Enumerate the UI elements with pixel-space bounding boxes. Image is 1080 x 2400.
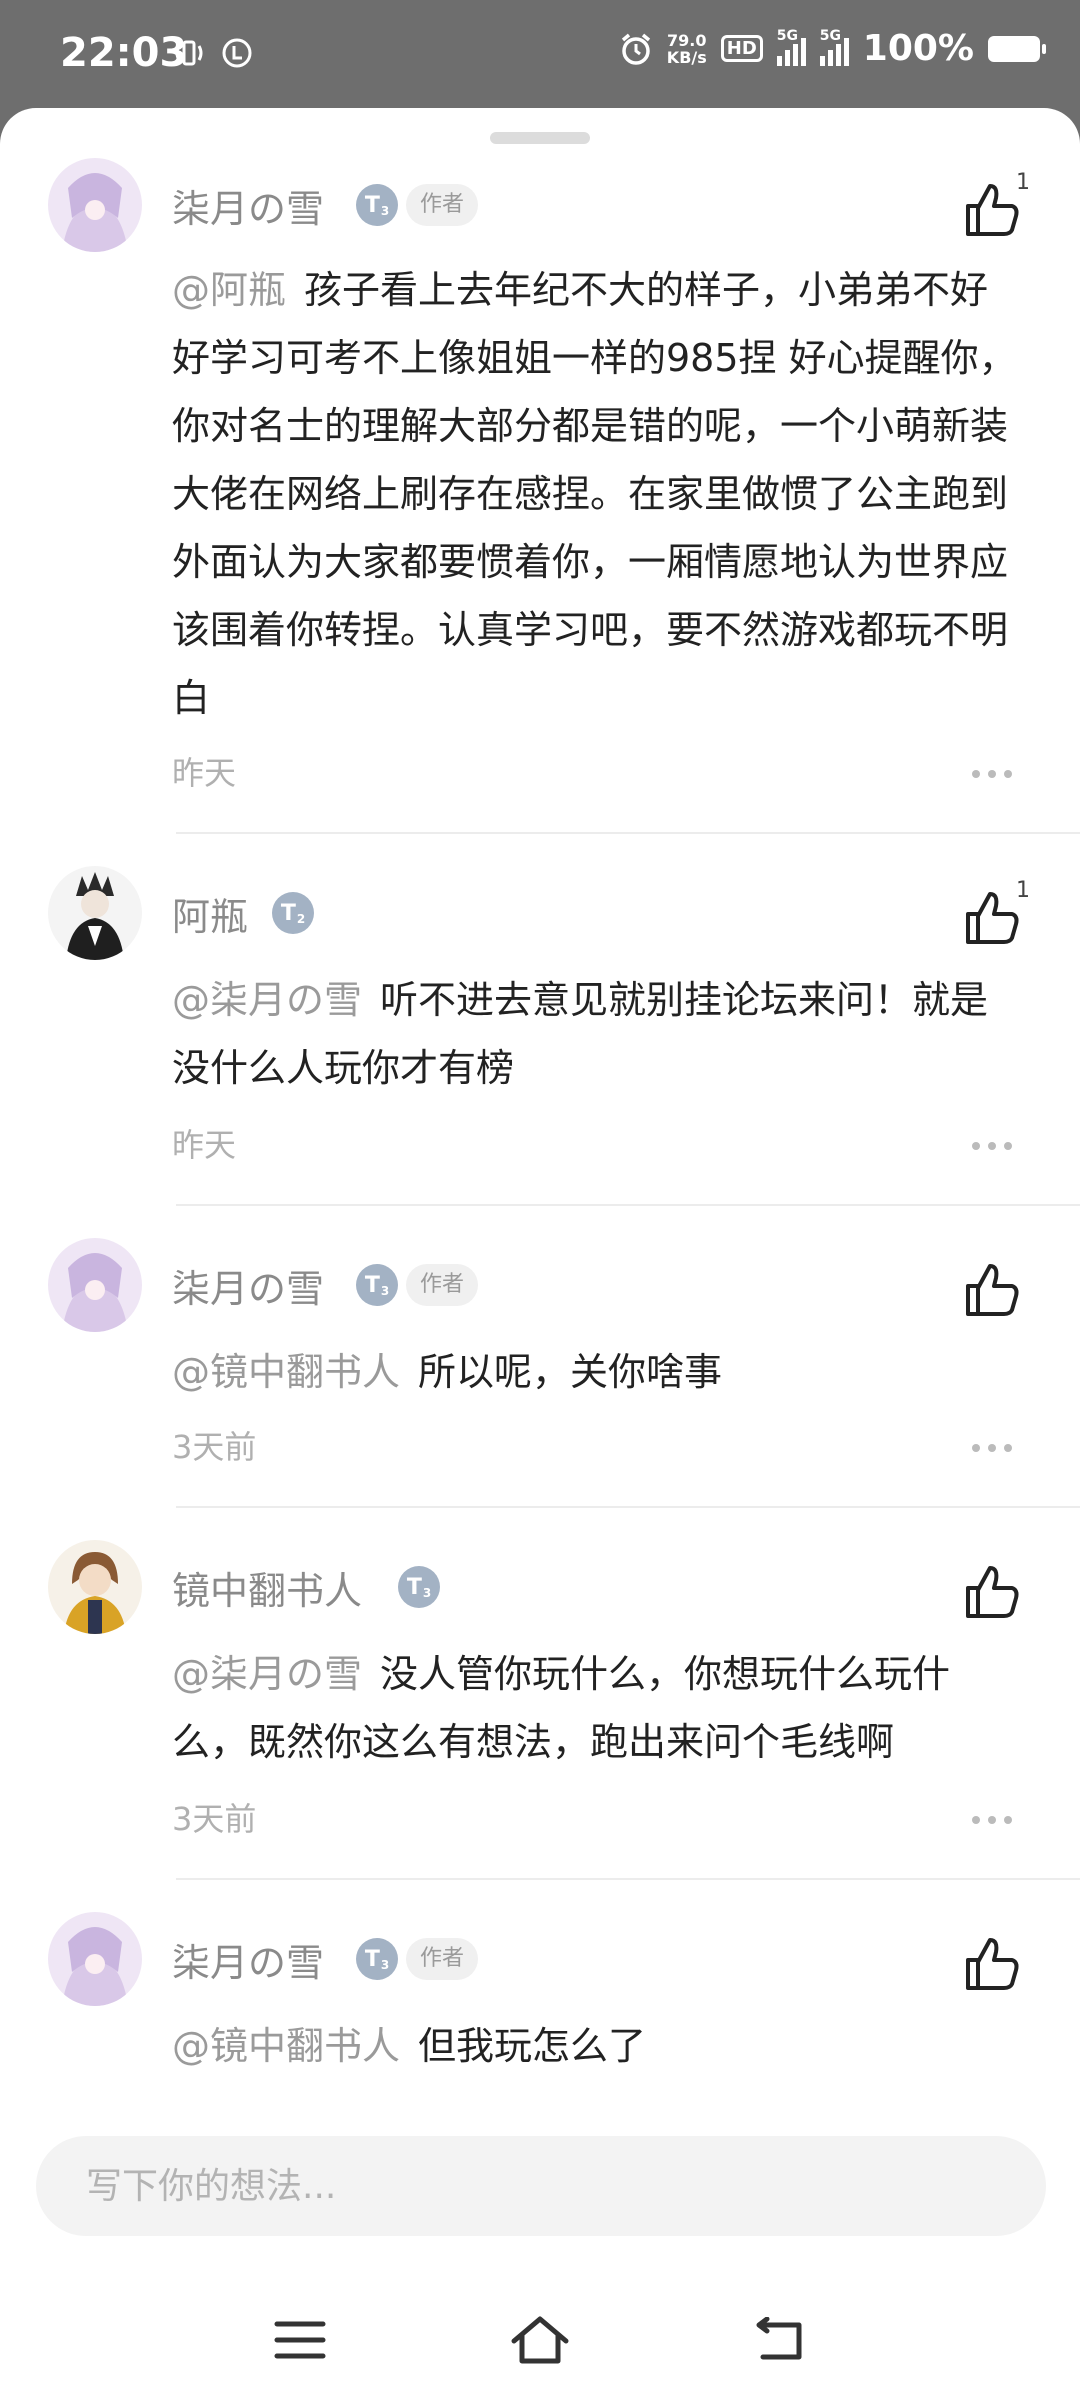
like-button[interactable] [960, 1932, 1024, 1996]
author-name[interactable]: 镜中翻书人 [172, 1560, 362, 1615]
more-options-icon[interactable] [970, 1813, 1014, 1827]
home-icon [511, 2316, 569, 2364]
back-icon [756, 2317, 802, 2360]
divider [176, 1506, 1080, 1508]
author-tag: 作者 [406, 1264, 479, 1306]
author-tag: 作者 [406, 1938, 479, 1980]
battery-icon [988, 35, 1046, 62]
avatar[interactable] [48, 1238, 142, 1332]
system-nav-bar [0, 2280, 1080, 2400]
home-button[interactable] [500, 2300, 580, 2380]
signal-icon: 5G [776, 28, 806, 66]
mention-link[interactable]: @镜中翻书人 [172, 2024, 400, 2068]
mention-link[interactable]: @镜中翻书人 [172, 1350, 400, 1394]
nfc-icon [175, 40, 203, 66]
comment-body: @柒月の雪 没人管你玩什么，你想玩什么玩什么，既然你这么有想法，跑出来问个毛线啊 [172, 1640, 1020, 1776]
like-button[interactable] [960, 886, 1024, 950]
like-button[interactable] [960, 1258, 1024, 1322]
menu-button[interactable] [260, 2300, 340, 2380]
level-badge: T3 [356, 1938, 398, 1980]
alarm-icon [621, 33, 650, 65]
comment-time: 3天前 [172, 1800, 257, 1838]
divider [176, 1204, 1080, 1206]
comment-time: 昨天 [172, 754, 237, 792]
signal-icon-2: 5G [819, 28, 849, 66]
level-badge: T3 [356, 1264, 398, 1306]
back-button[interactable] [740, 2300, 820, 2380]
like-button[interactable] [960, 178, 1024, 242]
comment-text: 但我玩怎么了 [418, 2024, 647, 2068]
avatar[interactable] [48, 1540, 142, 1634]
comment-text: 孩子看上去年纪不大的样子，小弟弟不好好学习可考不上像姐姐一样的985捏 好心提醒… [172, 268, 1017, 720]
comment-body: @阿瓶 孩子看上去年纪不大的样子，小弟弟不好好学习可考不上像姐姐一样的985捏 好… [172, 256, 1020, 732]
comment-body: @柒月の雪 听不进去意见就别挂论坛来问！就是没什么人玩你才有榜 [172, 966, 1020, 1102]
divider [176, 1878, 1080, 1880]
level-badge: T3 [356, 184, 398, 226]
comment-text: 所以呢，关你啥事 [418, 1350, 723, 1394]
divider [176, 832, 1080, 834]
avatar[interactable] [48, 158, 142, 252]
level-badge: T3 [398, 1566, 440, 1608]
like-button[interactable] [960, 1560, 1024, 1624]
like-count: 1 [1016, 878, 1030, 903]
comment-time: 昨天 [172, 1126, 237, 1164]
comment-input[interactable] [36, 2136, 1046, 2236]
author-name[interactable]: 柒月の雪 [172, 1258, 324, 1313]
comments-sheet: 柒月の雪 T3 作者 1 @阿瓶 孩子看上去年纪不大的样子，小弟弟不好好学习可考不… [0, 108, 1080, 2400]
mention-link[interactable]: @柒月の雪 [172, 978, 362, 1022]
more-options-icon[interactable] [970, 767, 1014, 781]
more-options-icon[interactable] [970, 1441, 1014, 1455]
sync-icon [222, 38, 252, 68]
more-options-icon[interactable] [970, 1139, 1014, 1153]
avatar[interactable] [48, 866, 142, 960]
battery-percent: 100% [862, 28, 974, 69]
status-time: 22:03 [60, 30, 188, 76]
avatar[interactable] [48, 1912, 142, 2006]
drag-handle[interactable] [490, 132, 590, 144]
author-name[interactable]: 柒月の雪 [172, 178, 324, 233]
like-count: 1 [1016, 170, 1030, 195]
comment-time: 3天前 [172, 1428, 257, 1466]
mention-link[interactable]: @阿瓶 [172, 268, 286, 312]
menu-icon [274, 2321, 326, 2359]
level-badge: T2 [272, 892, 314, 934]
author-tag: 作者 [406, 184, 479, 226]
hd-voice-icon: HD [720, 35, 763, 62]
author-name[interactable]: 阿瓶 [172, 886, 248, 941]
comment-body: @镜中翻书人 所以呢，关你啥事 [172, 1338, 1020, 1406]
mention-link[interactable]: @柒月の雪 [172, 1652, 362, 1696]
author-name[interactable]: 柒月の雪 [172, 1932, 324, 1987]
status-bar: 22:03 79.0 KB/s HD 5G 5G 100% [0, 0, 1080, 110]
network-speed: 79.0 KB/s [666, 30, 707, 67]
comment-body: @镜中翻书人 但我玩怎么了 [172, 2012, 1020, 2080]
